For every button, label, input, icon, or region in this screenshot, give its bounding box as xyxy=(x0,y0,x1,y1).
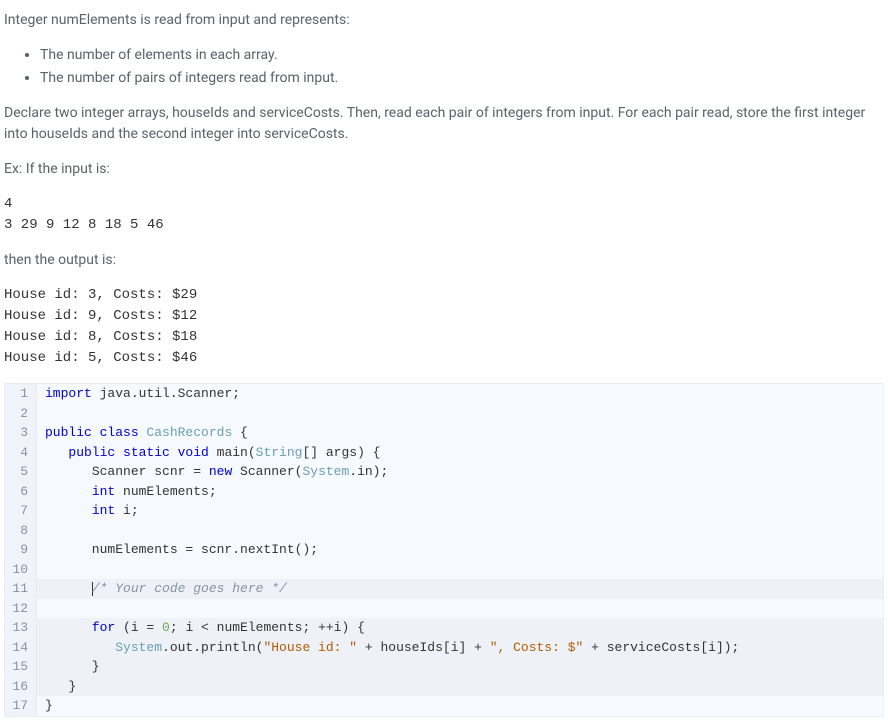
line-number: 4 xyxy=(5,443,37,463)
code-line: 2 xyxy=(5,404,883,424)
then-label: then the output is: xyxy=(4,250,884,271)
line-code: /* Your code goes here */ xyxy=(37,579,287,599)
line-number: 12 xyxy=(5,599,37,619)
line-number: 6 xyxy=(5,482,37,502)
line-code: System.out.println("House id: " + houseI… xyxy=(37,638,739,658)
code-line: 5 Scanner scnr = new Scanner(System.in); xyxy=(5,462,883,482)
line-number: 13 xyxy=(5,618,37,638)
line-number: 15 xyxy=(5,657,37,677)
line-number: 8 xyxy=(5,521,37,541)
line-code: } xyxy=(37,657,100,677)
line-number: 1 xyxy=(5,384,37,404)
line-number: 17 xyxy=(5,696,37,716)
line-code: import java.util.Scanner; xyxy=(37,384,240,404)
code-line: 7 int i; xyxy=(5,501,883,521)
code-line: 12 xyxy=(5,599,883,619)
code-line: 16 } xyxy=(5,677,883,697)
line-number: 5 xyxy=(5,462,37,482)
example-label: Ex: If the input is: xyxy=(4,159,884,180)
code-line: 17 } xyxy=(5,696,883,716)
line-code xyxy=(37,521,45,541)
bullet-list: The number of elements in each array. Th… xyxy=(40,45,884,89)
line-code: for (i = 0; i < numElements; ++i) { xyxy=(37,618,365,638)
bullet-item: The number of pairs of integers read fro… xyxy=(40,68,884,89)
line-number: 10 xyxy=(5,560,37,580)
code-line: 3 public class CashRecords { xyxy=(5,423,883,443)
line-number: 16 xyxy=(5,677,37,697)
code-line: 4 public static void main(String[] args)… xyxy=(5,443,883,463)
line-code xyxy=(37,599,45,619)
line-number: 2 xyxy=(5,404,37,424)
line-number: 3 xyxy=(5,423,37,443)
instructions-text: Declare two integer arrays, houseIds and… xyxy=(4,103,884,145)
line-code: public class CashRecords { xyxy=(37,423,248,443)
line-code xyxy=(37,404,45,424)
line-code xyxy=(37,560,45,580)
code-line: 6 int numElements; xyxy=(5,482,883,502)
line-number: 9 xyxy=(5,540,37,560)
line-code: numElements = scnr.nextInt(); xyxy=(37,540,318,560)
line-number: 7 xyxy=(5,501,37,521)
intro-text: Integer numElements is read from input a… xyxy=(4,10,884,31)
line-code: int numElements; xyxy=(37,482,217,502)
bullet-item: The number of elements in each array. xyxy=(40,45,884,66)
line-code: Scanner scnr = new Scanner(System.in); xyxy=(37,462,388,482)
code-line: 14 System.out.println("House id: " + hou… xyxy=(5,638,883,658)
example-output: House id: 3, Costs: $29 House id: 9, Cos… xyxy=(4,285,884,369)
line-code: public static void main(String[] args) { xyxy=(37,443,380,463)
example-input: 4 3 29 9 12 8 18 5 46 xyxy=(4,194,884,236)
code-line: 13 for (i = 0; i < numElements; ++i) { xyxy=(5,618,883,638)
line-code: } xyxy=(37,677,76,697)
code-line-active: 11 /* Your code goes here */ xyxy=(5,579,883,599)
code-line: 1 import java.util.Scanner; xyxy=(5,384,883,404)
line-number: 14 xyxy=(5,638,37,658)
problem-description: Integer numElements is read from input a… xyxy=(4,10,884,369)
line-code: } xyxy=(37,696,53,716)
code-line: 8 xyxy=(5,521,883,541)
line-number: 11 xyxy=(5,579,37,599)
code-line: 9 numElements = scnr.nextInt(); xyxy=(5,540,883,560)
line-code: int i; xyxy=(37,501,139,521)
code-line: 15 } xyxy=(5,657,883,677)
code-line: 10 xyxy=(5,560,883,580)
code-editor[interactable]: 1 import java.util.Scanner; 2 3 public c… xyxy=(4,383,884,717)
